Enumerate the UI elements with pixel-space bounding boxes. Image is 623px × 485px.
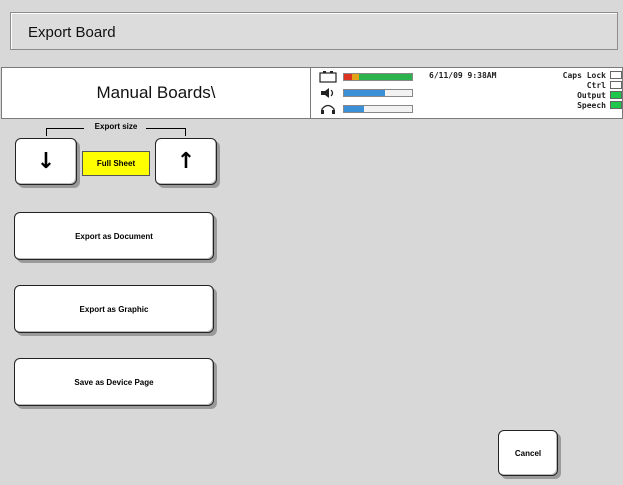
arrow-down-icon: ↓ (36, 148, 56, 174)
dialog-title: Export Board (28, 24, 116, 41)
export-size-label: Export size (94, 122, 138, 131)
folder-path: Manual Boards\ (96, 83, 216, 102)
folder-panel: Manual Boards\ (1, 67, 311, 119)
battery-meter (343, 73, 413, 81)
volume-meter (343, 89, 413, 97)
indicator-label-speech: Speech (577, 101, 606, 110)
export-as-document-button[interactable]: Export as Document (14, 212, 214, 260)
headphone-meter (343, 105, 413, 113)
cancel-button[interactable]: Cancel (498, 430, 558, 476)
size-down-button[interactable]: ↓ (15, 138, 77, 185)
speaker-icon (321, 88, 334, 98)
export-as-graphic-button[interactable]: Export as Graphic (14, 285, 214, 333)
indicator-label-caps-lock: Caps Lock (562, 71, 606, 80)
ctrl-indicator (610, 81, 622, 89)
dialog-title-bar: Export Board (10, 12, 618, 50)
datetime: 6/11/09 9:38AM (429, 71, 497, 80)
size-up-button[interactable]: ↑ (155, 138, 217, 185)
speech-indicator (610, 101, 622, 109)
save-as-device-page-button[interactable]: Save as Device Page (14, 358, 214, 406)
export-size-value: Full Sheet (82, 151, 150, 176)
indicator-label-ctrl: Ctrl (586, 81, 606, 90)
arrow-up-icon: ↑ (176, 148, 196, 174)
battery-icon (319, 71, 337, 83)
caps-lock-indicator (610, 71, 622, 79)
headphones-icon (321, 104, 335, 114)
export-size-group-label: Export size (46, 122, 186, 136)
output-indicator (610, 91, 622, 99)
status-panel: 6/11/09 9:38AM Caps Lock Ctrl Output Spe… (311, 67, 623, 119)
indicator-label-output: Output (577, 91, 606, 100)
